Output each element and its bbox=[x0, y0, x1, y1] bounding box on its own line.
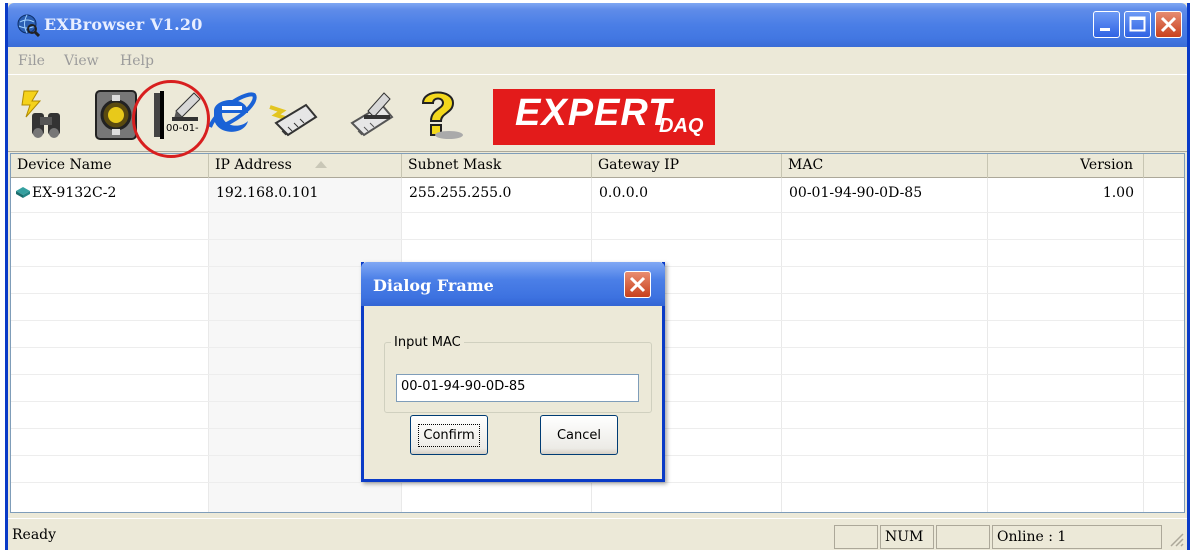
status-pane-empty bbox=[834, 525, 878, 549]
firmware-update-icon[interactable] bbox=[262, 87, 322, 143]
grid-line bbox=[11, 482, 1184, 483]
column-header-version[interactable]: Version bbox=[988, 154, 1144, 178]
maximize-button[interactable] bbox=[1124, 11, 1151, 38]
minimize-icon bbox=[1100, 28, 1110, 31]
menu-view[interactable]: View bbox=[64, 53, 99, 69]
minimize-button[interactable] bbox=[1093, 11, 1120, 38]
highlight-circle bbox=[132, 80, 210, 158]
dialog-frame: Dialog Frame Input MAC 00-01-94-90-0D-85… bbox=[361, 262, 665, 482]
window-title: EXBrowser V1.20 bbox=[44, 15, 203, 34]
sort-ascending-icon bbox=[315, 161, 328, 168]
maximize-icon bbox=[1129, 16, 1146, 32]
menu-help[interactable]: Help bbox=[120, 53, 154, 69]
help-icon[interactable] bbox=[413, 87, 469, 143]
cell-ip-address: 192.168.0.101 bbox=[216, 185, 319, 201]
device-icon bbox=[16, 187, 30, 198]
dialog-close-button[interactable] bbox=[624, 271, 651, 298]
column-header-ip-label: IP Address bbox=[215, 157, 292, 173]
column-header-mac[interactable]: MAC bbox=[782, 154, 988, 178]
cancel-button[interactable]: Cancel bbox=[540, 415, 618, 455]
column-header-ip-address[interactable]: IP Address bbox=[209, 154, 402, 178]
grid-line bbox=[11, 212, 1184, 213]
cell-version: 1.00 bbox=[1102, 185, 1134, 201]
cancel-label: Cancel bbox=[556, 427, 602, 443]
logo-sub: DAQ bbox=[659, 115, 704, 137]
cell-subnet-mask: 255.255.255.0 bbox=[409, 185, 512, 201]
status-bar: Ready NUM Online : 1 bbox=[8, 518, 1187, 550]
device-column-body bbox=[11, 178, 209, 512]
status-pane-empty-2 bbox=[936, 525, 990, 549]
expert-daq-logo: EXPERT DAQ bbox=[493, 89, 715, 145]
confirm-button[interactable]: Confirm bbox=[410, 415, 488, 455]
close-button[interactable] bbox=[1155, 11, 1182, 38]
cell-gateway-ip: 0.0.0.0 bbox=[599, 185, 648, 201]
title-bar[interactable]: EXBrowser V1.20 bbox=[8, 3, 1187, 47]
column-header-device-name[interactable]: Device Name bbox=[11, 154, 209, 178]
mac-input[interactable]: 00-01-94-90-0D-85 bbox=[396, 374, 639, 402]
close-icon bbox=[629, 276, 646, 293]
menu-file[interactable]: File bbox=[18, 53, 45, 69]
input-mac-group: Input MAC 00-01-94-90-0D-85 bbox=[384, 335, 652, 413]
close-icon bbox=[1160, 16, 1177, 33]
internet-explorer-icon[interactable] bbox=[208, 87, 258, 143]
cell-mac: 00-01-94-90-0D-85 bbox=[789, 185, 923, 201]
resize-grip-icon bbox=[1170, 533, 1184, 547]
column-header-subnet-mask[interactable]: Subnet Mask bbox=[402, 154, 592, 178]
search-devices-icon[interactable] bbox=[16, 87, 76, 143]
mac-column-body bbox=[782, 178, 988, 512]
menu-bar: File View Help bbox=[8, 47, 1187, 74]
grid-line bbox=[11, 239, 1184, 240]
write-icon[interactable] bbox=[338, 87, 398, 143]
dialog-title: Dialog Frame bbox=[373, 276, 494, 295]
status-online: Online : 1 bbox=[992, 525, 1162, 549]
status-text: Ready bbox=[12, 527, 57, 543]
confirm-label: Confirm bbox=[418, 423, 480, 447]
list-header: Device Name IP Address Subnet Mask Gatew… bbox=[11, 154, 1184, 178]
version-column-body bbox=[988, 178, 1144, 512]
status-num: NUM bbox=[880, 525, 934, 549]
input-mac-label: Input MAC bbox=[394, 335, 461, 350]
dialog-title-bar[interactable]: Dialog Frame bbox=[361, 262, 665, 306]
cell-device-name: EX-9132C-2 bbox=[32, 185, 117, 201]
column-header-gateway-ip[interactable]: Gateway IP bbox=[592, 154, 782, 178]
globe-search-icon bbox=[17, 14, 40, 37]
logo-text: EXPERT bbox=[515, 92, 673, 134]
